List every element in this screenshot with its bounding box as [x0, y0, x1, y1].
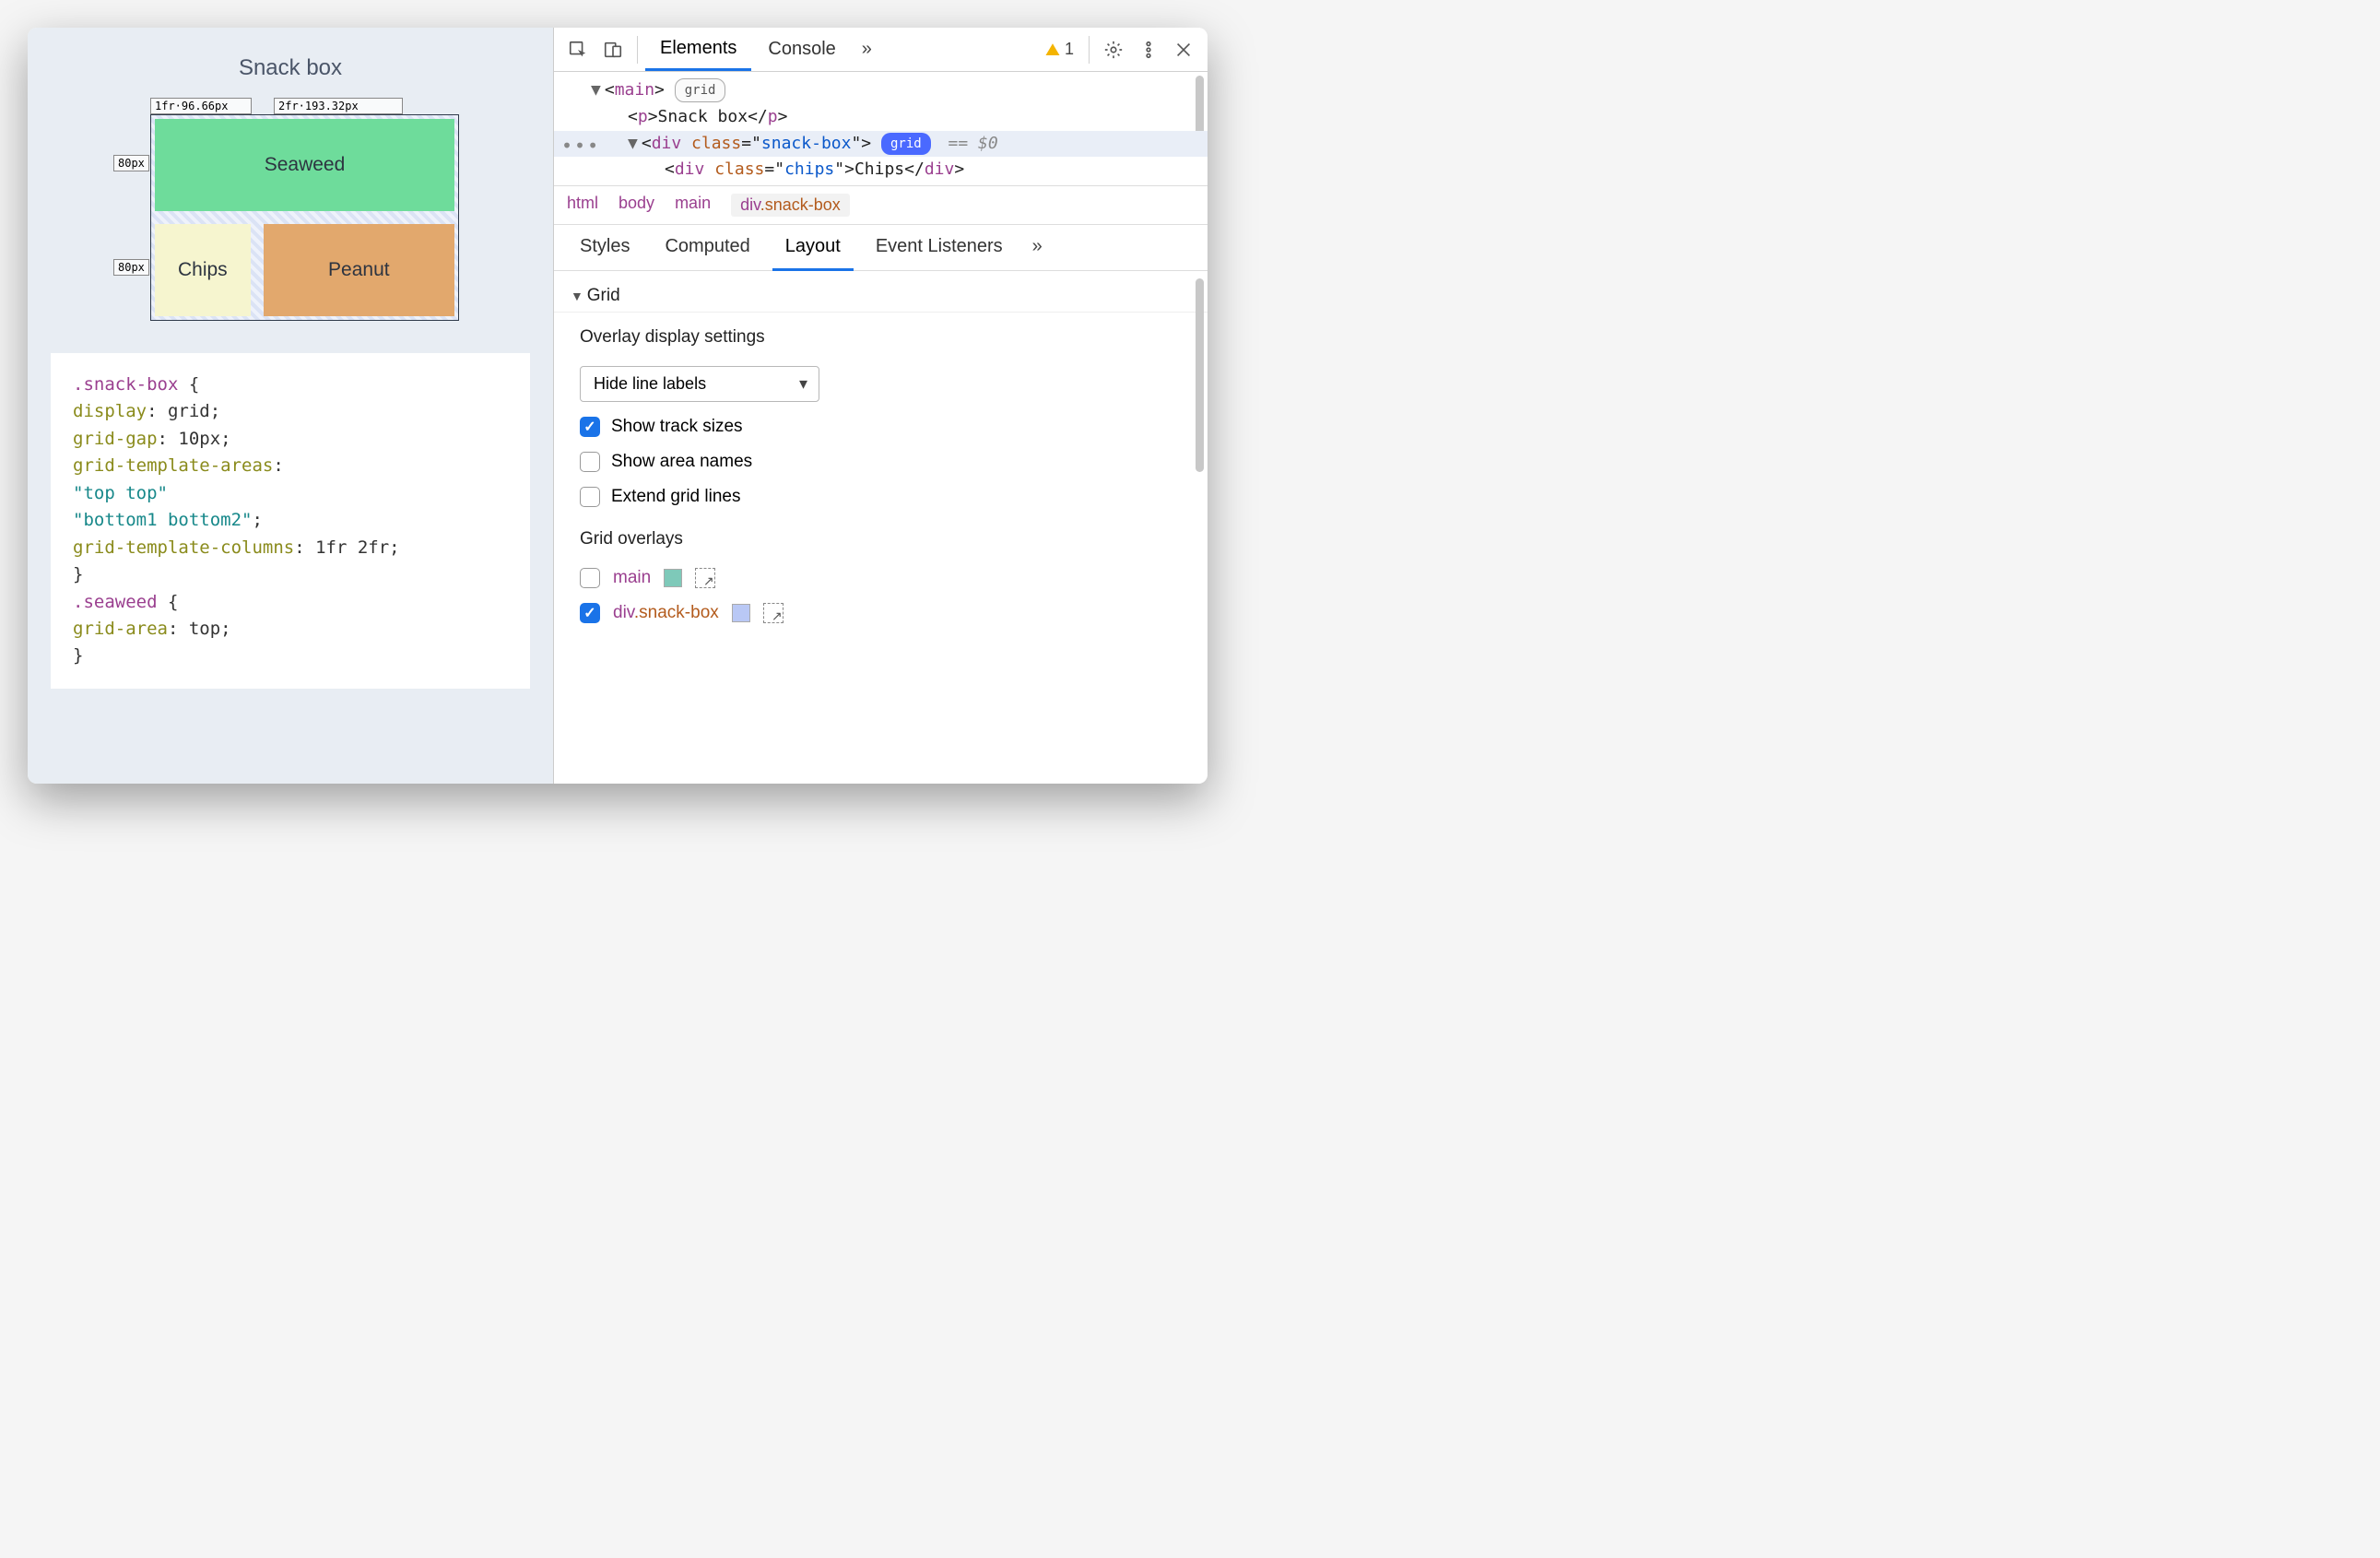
warning-count: 1: [1065, 40, 1074, 59]
page-title: Snack box: [51, 55, 530, 81]
tabs-overflow-icon[interactable]: »: [853, 39, 881, 60]
dom-node-p[interactable]: <p>Snack box</p>: [591, 104, 1208, 131]
snack-box-grid: Seaweed Chips Peanut: [150, 114, 459, 321]
checkbox-label: Show area names: [611, 452, 752, 472]
grid-overlays-heading: Grid overlays: [554, 514, 1208, 561]
dom-tree[interactable]: ▼<main> grid <p>Snack box</p> ••• ▼<div …: [554, 72, 1208, 185]
breadcrumb-item[interactable]: div.snack-box: [731, 194, 850, 217]
devtools-toolbar: Elements Console » 1: [554, 28, 1208, 72]
toolbar-separator: [1089, 36, 1090, 64]
grid-section-header[interactable]: Grid: [554, 280, 1208, 313]
highlight-element-icon[interactable]: [763, 603, 784, 623]
dom-node-main[interactable]: ▼<main> grid: [591, 77, 1208, 104]
grid-overlay-row: main: [554, 561, 1208, 596]
dom-node-child[interactable]: <div class="chips">Chips</div>: [591, 157, 1208, 183]
row-size-label: 80px: [113, 259, 149, 276]
css-source-block: .snack-box { display: grid; grid-gap: 10…: [51, 353, 530, 689]
breadcrumb-item[interactable]: main: [675, 194, 711, 217]
sidebar-tab-computed[interactable]: Computed: [652, 225, 762, 270]
tab-console[interactable]: Console: [753, 30, 850, 69]
sidebar-tabs-overflow-icon[interactable]: »: [1025, 225, 1050, 270]
tab-elements[interactable]: Elements: [645, 29, 751, 71]
dollar-zero-hint: == $0: [948, 134, 998, 153]
grid-cell-seaweed: Seaweed: [155, 119, 454, 211]
breadcrumb-item[interactable]: body: [619, 194, 654, 217]
warning-icon: [1044, 41, 1061, 58]
checkbox-label: Extend grid lines: [611, 487, 740, 507]
overlay-settings-heading: Overlay display settings: [554, 313, 1208, 359]
sidebar-tab-styles[interactable]: Styles: [567, 225, 642, 270]
checkbox[interactable]: [580, 452, 600, 472]
overlay-setting-row: Show track sizes: [554, 409, 1208, 444]
row-size-label: 80px: [113, 155, 149, 171]
column-size-label: 2fr·193.32px: [274, 98, 403, 114]
overlay-element-name[interactable]: div.snack-box: [613, 603, 719, 623]
highlight-element-icon[interactable]: [695, 568, 715, 588]
dom-row-actions-icon[interactable]: •••: [561, 131, 600, 160]
kebab-menu-icon[interactable]: [1132, 33, 1165, 66]
checkbox[interactable]: [580, 417, 600, 437]
sidebar-tabs: StylesComputedLayoutEvent Listeners»: [554, 225, 1208, 271]
warning-count-badge[interactable]: 1: [1037, 40, 1081, 59]
dom-node-selected[interactable]: ••• ▼<div class="snack-box"> grid == $0: [554, 131, 1208, 158]
sidebar-tab-layout[interactable]: Layout: [772, 225, 854, 271]
breadcrumb-item[interactable]: html: [567, 194, 598, 217]
overlay-setting-row: Show area names: [554, 444, 1208, 479]
checkbox-label: Show track sizes: [611, 417, 743, 437]
checkbox[interactable]: [580, 568, 600, 588]
devtools-window: Snack box 1fr·96.66px 2fr·193.32px 80px …: [28, 28, 1208, 784]
overlay-setting-row: Extend grid lines: [554, 479, 1208, 514]
dom-breadcrumb[interactable]: html body main div.snack-box: [554, 185, 1208, 225]
toggle-device-toolbar-icon[interactable]: [596, 33, 630, 66]
checkbox[interactable]: [580, 603, 600, 623]
close-devtools-icon[interactable]: [1167, 33, 1200, 66]
checkbox[interactable]: [580, 487, 600, 507]
layout-panel: Grid Overlay display settings Hide line …: [554, 271, 1208, 784]
grid-cell-peanut: Peanut: [264, 224, 454, 316]
grid-cell-chips: Chips: [155, 224, 251, 316]
grid-badge[interactable]: grid: [675, 78, 726, 102]
toolbar-separator: [637, 36, 638, 64]
color-swatch[interactable]: [732, 604, 750, 622]
devtools-pane: Elements Console » 1 ▼<main> grid: [553, 28, 1208, 784]
sidebar-tab-event-listeners[interactable]: Event Listeners: [863, 225, 1016, 270]
grid-overlay-visualization: 1fr·96.66px 2fr·193.32px 80px 80px Seawe…: [115, 98, 465, 321]
column-size-label: 1fr·96.66px: [150, 98, 252, 114]
settings-gear-icon[interactable]: [1097, 33, 1130, 66]
scrollbar-thumb[interactable]: [1196, 278, 1204, 472]
grid-badge-active[interactable]: grid: [881, 133, 931, 155]
line-labels-select[interactable]: Hide line labels: [580, 366, 819, 402]
inspect-element-icon[interactable]: [561, 33, 595, 66]
overlay-element-name[interactable]: main: [613, 568, 651, 588]
rendered-page-pane: Snack box 1fr·96.66px 2fr·193.32px 80px …: [28, 28, 553, 784]
color-swatch[interactable]: [664, 569, 682, 587]
grid-overlay-row: div.snack-box: [554, 596, 1208, 631]
